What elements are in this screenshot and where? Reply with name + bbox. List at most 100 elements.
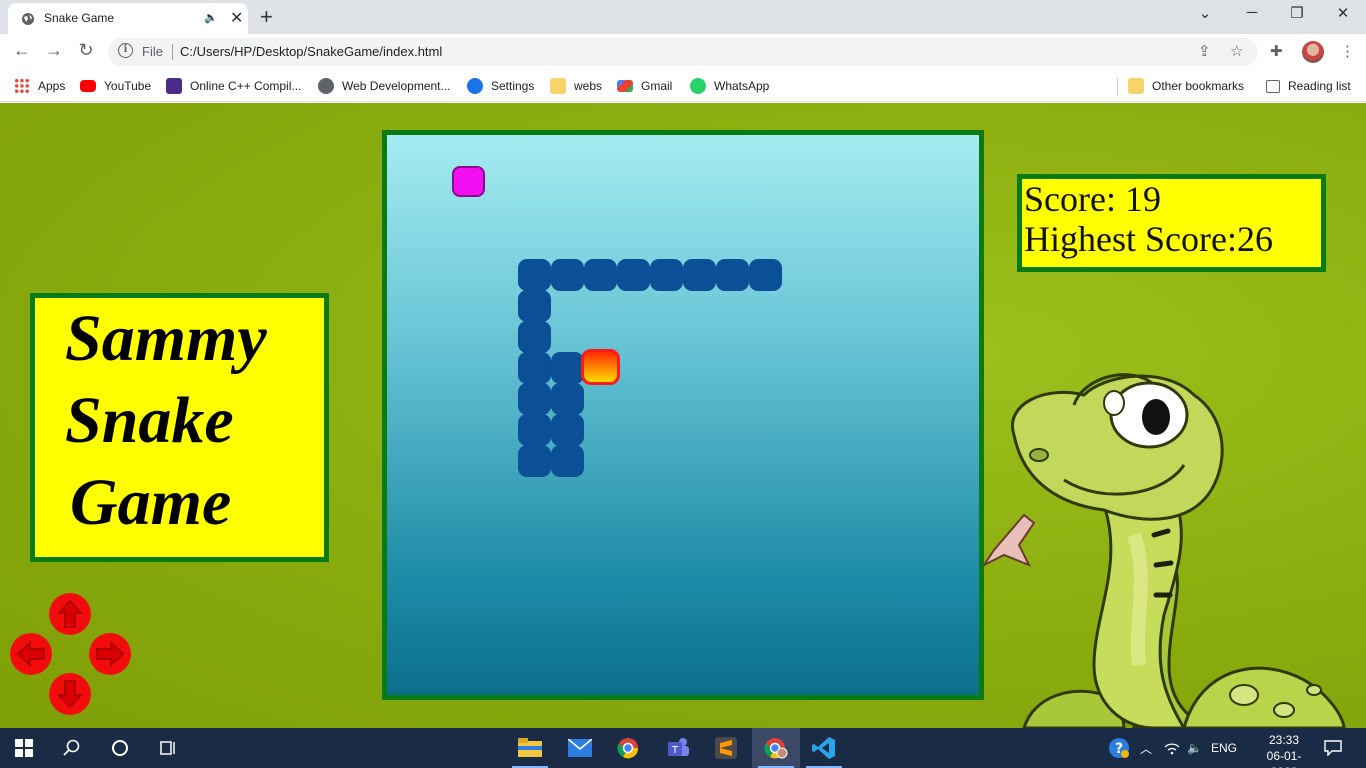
- reload-icon[interactable]: ↻: [74, 40, 98, 61]
- tab-search-icon[interactable]: ⌄: [1190, 4, 1220, 22]
- game-board[interactable]: [382, 130, 984, 700]
- chrome-profile-icon: [764, 738, 788, 759]
- mail-icon: [568, 739, 592, 757]
- bookmark-settings[interactable]: Settings: [467, 76, 534, 96]
- window-close-button[interactable]: ✕: [1328, 4, 1358, 22]
- snake-segment: [551, 383, 584, 415]
- task-view-icon: [160, 741, 175, 755]
- forward-arrow-icon[interactable]: →: [42, 40, 66, 61]
- notifications-icon[interactable]: [1324, 728, 1342, 768]
- bookmark-other[interactable]: Other bookmarks: [1128, 76, 1244, 96]
- arrow-up-icon: [56, 599, 84, 628]
- globe-icon: [318, 78, 334, 94]
- arrow-up-button[interactable]: [49, 593, 91, 635]
- bookmark-star-icon[interactable]: ☆: [1230, 42, 1243, 60]
- taskbar-file-explorer[interactable]: [506, 728, 554, 768]
- notification-bubble-icon: [1324, 740, 1342, 756]
- reading-list[interactable]: Reading list: [1266, 76, 1351, 96]
- snake-segment: [551, 352, 584, 384]
- info-icon[interactable]: i: [118, 43, 133, 58]
- arrow-right-icon: [96, 640, 125, 668]
- snake-segment: [650, 259, 683, 291]
- bookmark-label: Settings: [491, 79, 535, 93]
- bookmark-label: WhatsApp: [714, 79, 770, 93]
- folder-icon: [1128, 78, 1144, 94]
- game-page: Score: 19 Highest Score:26 Sammy Snake G…: [0, 103, 1366, 728]
- arrow-down-button[interactable]: [49, 673, 91, 715]
- extensions-icon[interactable]: ✚: [1270, 42, 1283, 60]
- bookmarks-divider: [1117, 78, 1118, 96]
- cortana-circle-icon: [112, 740, 128, 756]
- minimize-button[interactable]: ─: [1237, 4, 1267, 21]
- share-icon[interactable]: ⇪: [1198, 42, 1211, 60]
- snake-segment: [551, 259, 584, 291]
- lightning-icon: [166, 78, 182, 94]
- profile-avatar[interactable]: [1302, 41, 1324, 63]
- restore-button[interactable]: ❐: [1282, 4, 1312, 22]
- highest-score-text: Highest Score:26: [1024, 219, 1273, 259]
- taskbar-vscode[interactable]: [800, 728, 848, 768]
- bookmark-label: Gmail: [641, 79, 673, 93]
- search-button[interactable]: [48, 728, 96, 768]
- reading-list-label: Reading list: [1288, 79, 1351, 93]
- url-scheme: File: [142, 44, 163, 59]
- taskbar-teams[interactable]: T: [654, 728, 702, 768]
- browser-tab-strip: Snake Game 🔈 ✕ + ⌄ ─ ❐ ✕: [0, 0, 1366, 34]
- url-text[interactable]: C:/Users/HP/Desktop/SnakeGame/index.html: [180, 44, 442, 59]
- speaker-icon[interactable]: 🔈: [204, 11, 218, 24]
- arrow-right-button[interactable]: [89, 633, 131, 675]
- clock-time: 23:33: [1268, 733, 1300, 747]
- wifi-icon[interactable]: [1164, 728, 1180, 768]
- bookmark-webs[interactable]: webs: [550, 76, 602, 96]
- language-indicator[interactable]: ENG: [1211, 728, 1237, 768]
- folder-icon: [518, 738, 542, 757]
- title-line-sammy: Sammy: [65, 302, 267, 375]
- taskbar-sublime[interactable]: [702, 728, 750, 768]
- system-clock[interactable]: 23:33 06-01-2022: [1256, 732, 1312, 768]
- folder-icon: [550, 78, 566, 94]
- vscode-icon: [812, 737, 835, 759]
- menu-kebab-icon[interactable]: ⋮: [1340, 42, 1355, 60]
- windows-logo-icon: [15, 739, 33, 757]
- reading-list-icon: [1266, 79, 1280, 93]
- gmail-icon: [617, 80, 633, 92]
- arrow-left-icon: [16, 640, 45, 668]
- snake-segment: [518, 352, 551, 384]
- game-title-panel: Sammy Snake Game: [30, 293, 329, 562]
- volume-icon[interactable]: 🔈: [1187, 728, 1202, 768]
- arrow-left-button[interactable]: [10, 633, 52, 675]
- teams-icon: T: [668, 738, 689, 756]
- taskbar-chrome-profile[interactable]: [752, 728, 800, 768]
- tab-close-icon[interactable]: ✕: [230, 8, 243, 28]
- bookmark-youtube[interactable]: YouTube: [80, 76, 151, 96]
- bookmark-online-cpp[interactable]: Online C++ Compil...: [166, 76, 301, 96]
- globe-icon: [22, 13, 34, 25]
- score-panel: Score: 19 Highest Score:26: [1017, 174, 1326, 272]
- cortana-button[interactable]: [96, 728, 144, 768]
- new-tab-button[interactable]: +: [260, 4, 273, 30]
- taskbar-mail[interactable]: [556, 728, 604, 768]
- snake-segment: [518, 383, 551, 415]
- url-divider: [172, 44, 173, 60]
- sublime-text-icon: [715, 737, 737, 759]
- snake-segment: [716, 259, 749, 291]
- bookmark-whatsapp[interactable]: WhatsApp: [690, 76, 769, 96]
- back-arrow-icon[interactable]: ←: [10, 40, 34, 61]
- address-bar[interactable]: i File C:/Users/HP/Desktop/SnakeGame/ind…: [108, 38, 1258, 66]
- whatsapp-icon: [690, 78, 706, 94]
- windows-taskbar: T ? ︿ 🔈 ENG 23:33 06-01-2022: [0, 728, 1366, 768]
- snake-food: [452, 166, 485, 197]
- help-question-icon: ?: [1109, 738, 1129, 758]
- bookmark-web-development[interactable]: Web Development...: [318, 76, 451, 96]
- snake-segment: [551, 445, 584, 477]
- task-view-button[interactable]: [144, 728, 192, 768]
- start-button[interactable]: [0, 728, 48, 768]
- taskbar-chrome[interactable]: [604, 728, 652, 768]
- help-icon[interactable]: ?: [1108, 728, 1130, 768]
- bookmark-gmail[interactable]: Gmail: [617, 76, 672, 96]
- title-line-snake: Snake: [65, 384, 234, 457]
- bookmark-apps[interactable]: Apps: [14, 76, 65, 96]
- tray-chevron-icon[interactable]: ︿: [1140, 728, 1152, 768]
- tab-snake-game[interactable]: Snake Game 🔈 ✕: [8, 3, 248, 34]
- snake-segment: [518, 259, 551, 291]
